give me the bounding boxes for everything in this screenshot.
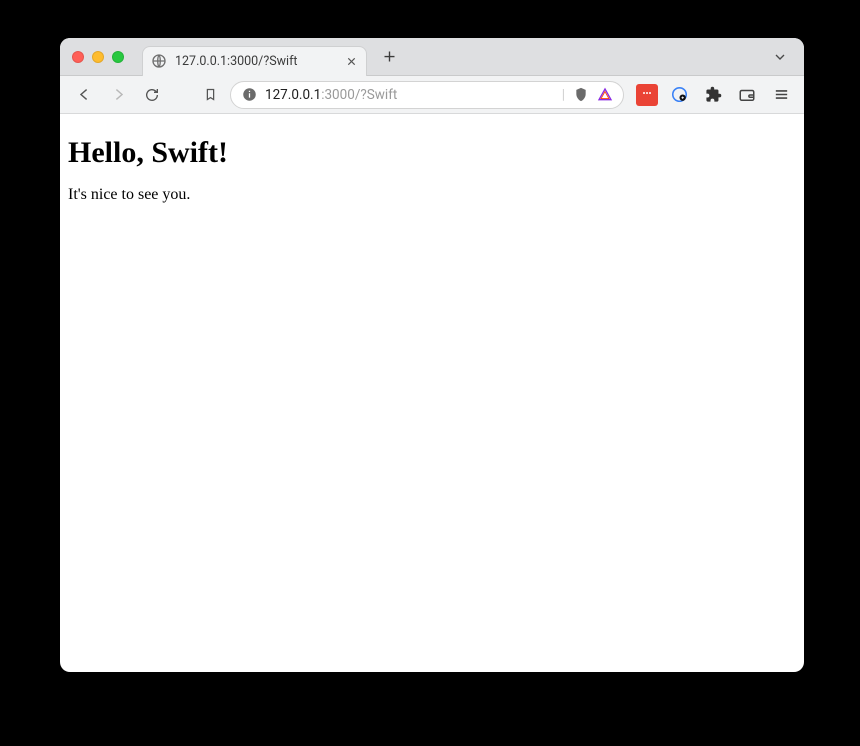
separator: | [562, 87, 565, 103]
toolbar-right [636, 82, 794, 108]
toolbar: 127.0.0.1:3000/?Swift | [60, 76, 804, 114]
globe-icon [151, 53, 167, 69]
new-tab-button[interactable] [375, 43, 403, 71]
window-controls [72, 51, 124, 63]
url-text: 127.0.0.1:3000/?Swift [265, 87, 554, 103]
reload-button[interactable] [138, 81, 166, 109]
page-content: Hello, Swift! It's nice to see you. [60, 114, 804, 212]
app-menu-button[interactable] [768, 82, 794, 108]
site-info-icon[interactable] [241, 87, 257, 103]
browser-window: 127.0.0.1:3000/?Swift [60, 38, 804, 672]
forward-button[interactable] [104, 81, 132, 109]
zoom-window-button[interactable] [112, 51, 124, 63]
titlebar: 127.0.0.1:3000/?Swift [60, 38, 804, 76]
minimize-window-button[interactable] [92, 51, 104, 63]
extensions-button[interactable] [700, 82, 726, 108]
extension-circle-icon[interactable] [666, 82, 692, 108]
wallet-button[interactable] [734, 82, 760, 108]
close-tab-icon[interactable] [344, 54, 358, 68]
brave-rewards-icon[interactable] [597, 87, 613, 103]
tab-title: 127.0.0.1:3000/?Swift [175, 54, 336, 69]
back-button[interactable] [70, 81, 98, 109]
bookmark-button[interactable] [196, 81, 224, 109]
url-host: 127.0.0.1 [265, 87, 321, 103]
tabs-dropdown-button[interactable] [768, 45, 792, 69]
page-heading: Hello, Swift! [68, 136, 796, 170]
url-path: :3000/?Swift [321, 87, 397, 103]
brave-shields-icon[interactable] [573, 87, 589, 103]
address-bar[interactable]: 127.0.0.1:3000/?Swift | [230, 81, 624, 109]
extension-lastpass-icon[interactable] [636, 84, 658, 106]
browser-tab[interactable]: 127.0.0.1:3000/?Swift [142, 46, 367, 76]
page-paragraph: It's nice to see you. [68, 186, 796, 204]
close-window-button[interactable] [72, 51, 84, 63]
